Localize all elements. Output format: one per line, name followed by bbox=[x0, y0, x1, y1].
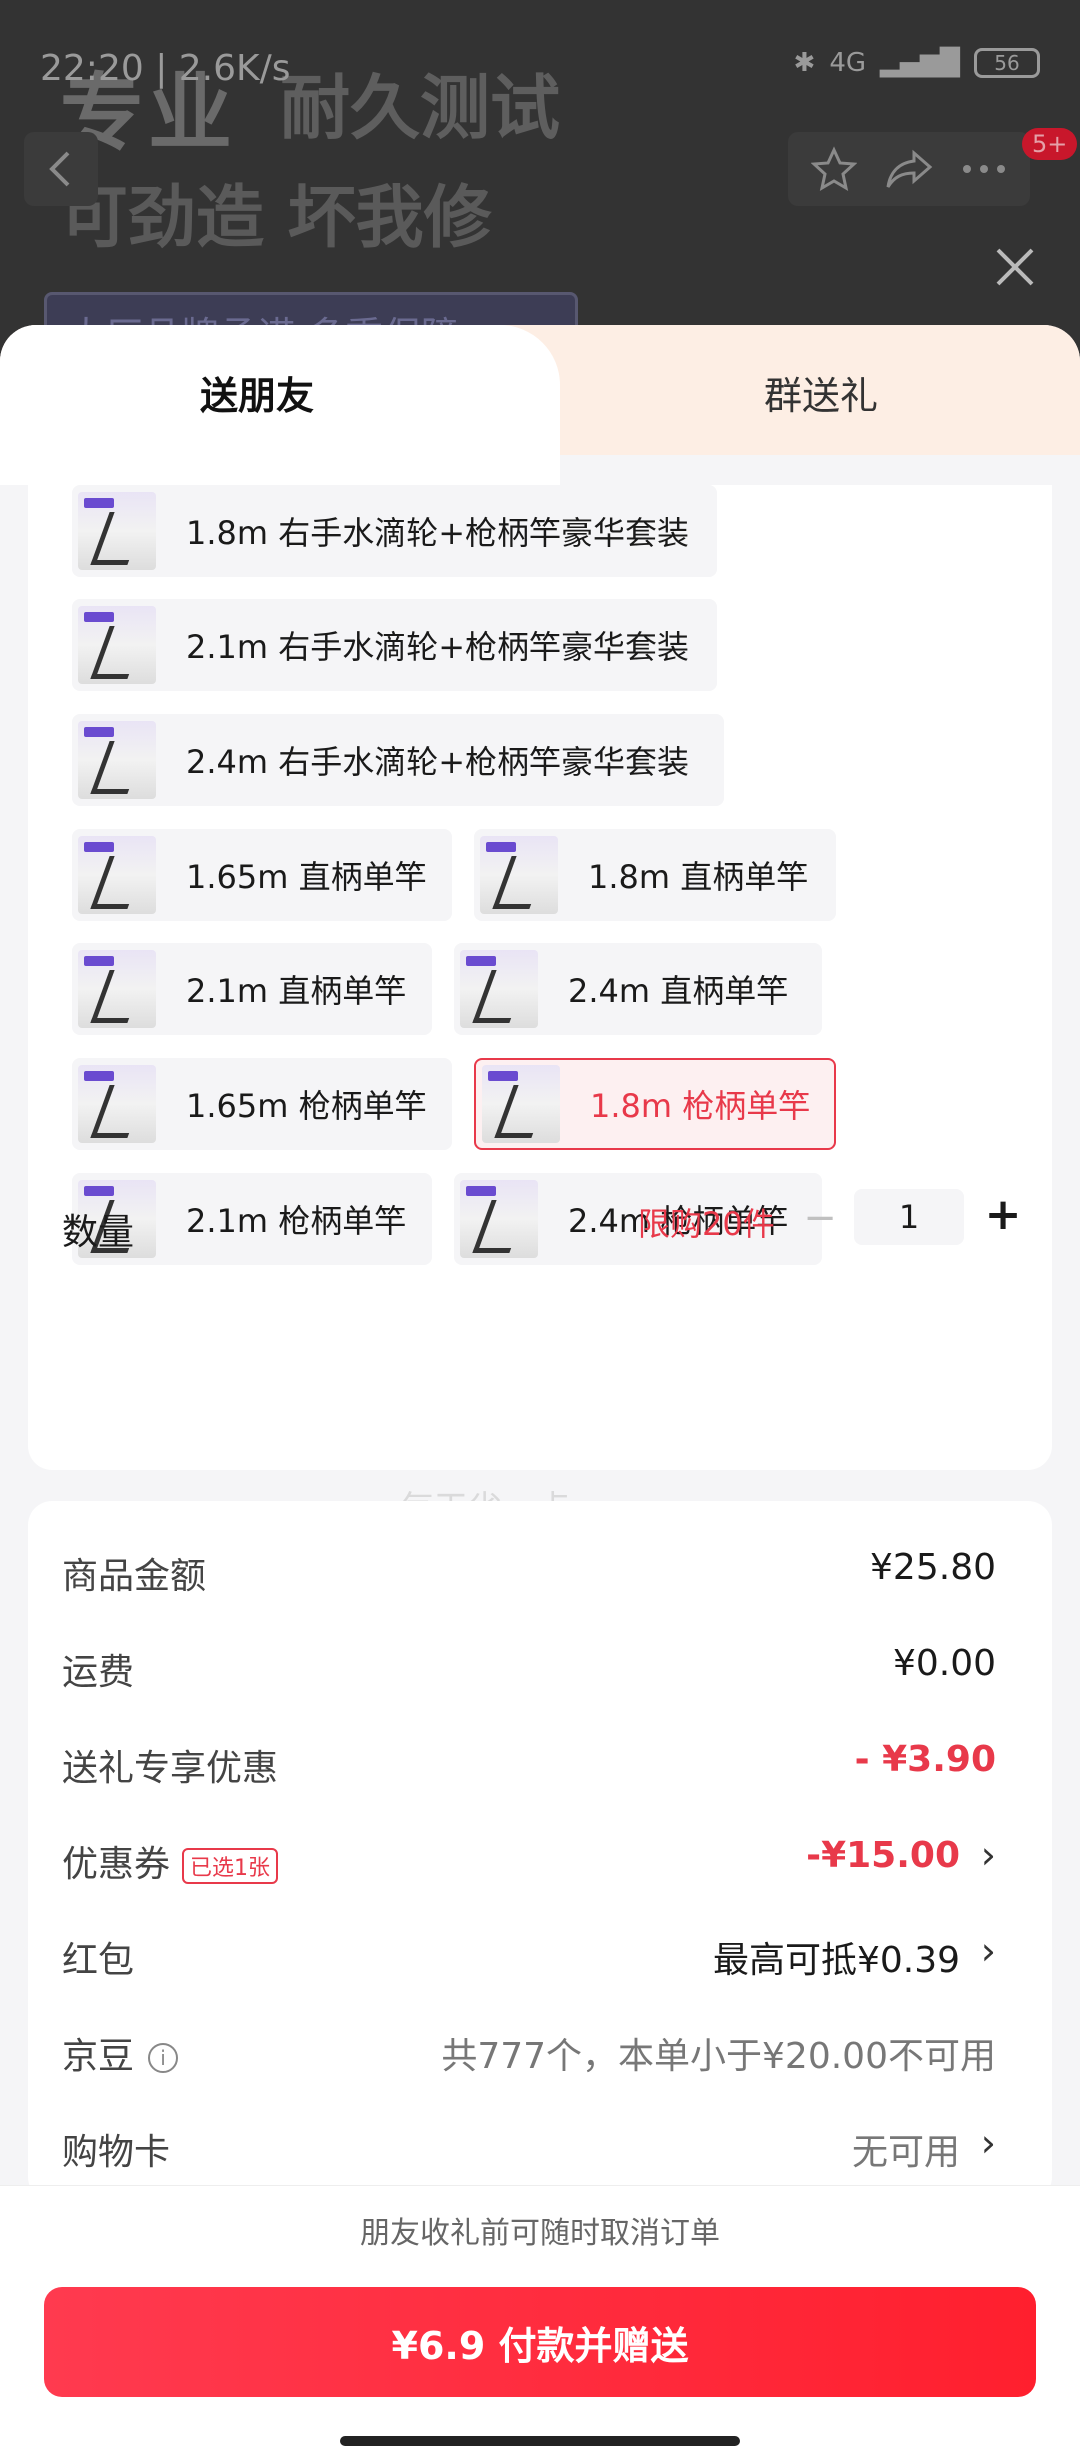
redpacket-value: 最高可抵¥0.39 bbox=[712, 1940, 960, 1981]
jingdou-value: 共777个，本单小于¥20.00不可用 bbox=[441, 2036, 996, 2077]
shipping-value: ¥0.00 bbox=[892, 1643, 996, 1684]
variant-thumbnail bbox=[78, 492, 156, 570]
variant-option[interactable]: 2.4m 直柄单竿 bbox=[454, 943, 822, 1035]
goods-amount-value: ¥25.80 bbox=[870, 1547, 996, 1588]
more-icon[interactable] bbox=[961, 163, 1007, 175]
variant-thumbnail bbox=[460, 950, 538, 1028]
battery-icon: 56 bbox=[974, 48, 1040, 78]
chevron-left-icon bbox=[49, 151, 70, 187]
variant-option[interactable]: 2.1m 直柄单竿 bbox=[72, 943, 432, 1035]
gift-discount-row: 送礼专享优惠 - ¥3.90 bbox=[62, 1731, 1018, 1791]
variant-thumbnail bbox=[78, 1065, 156, 1143]
tab-bar: 送朋友 群送礼 bbox=[0, 325, 1080, 485]
back-button[interactable] bbox=[24, 132, 98, 206]
variant-label: 2.1m 右手水滴轮+枪柄竿豪华套装 bbox=[186, 628, 690, 666]
variant-option[interactable]: 1.65m 直柄单竿 bbox=[72, 829, 452, 921]
variant-label: 1.8m 枪柄单竿 bbox=[590, 1087, 811, 1125]
variant-option[interactable]: 1.65m 枪柄单竿 bbox=[72, 1058, 452, 1150]
variant-panel: 1.8m 右手水滴轮+枪柄竿豪华套装 2.1m 右手水滴轮+枪柄竿豪华套装 2.… bbox=[28, 485, 1052, 1470]
variant-label: 1.8m 右手水滴轮+枪柄竿豪华套装 bbox=[186, 514, 690, 552]
gift-sheet: 送朋友 群送礼 1.8m 右手水滴轮+枪柄竿豪华套装 2.1m 右手水滴轮+枪柄… bbox=[0, 325, 1080, 2460]
home-indicator bbox=[340, 2436, 740, 2446]
redpacket-row[interactable]: 红包 最高可抵¥0.39 › bbox=[62, 1923, 1018, 1983]
variant-thumbnail bbox=[78, 950, 156, 1028]
coupon-label: 优惠券 已选1张 bbox=[62, 1835, 279, 1887]
purchase-limit: 限购20件 bbox=[638, 1205, 775, 1243]
bluetooth-icon: ✱ bbox=[793, 48, 816, 78]
jingdou-label: 京豆 i bbox=[62, 2027, 179, 2079]
chevron-right-icon: › bbox=[980, 1929, 996, 1973]
chevron-right-icon: › bbox=[980, 2121, 996, 2165]
pay-and-gift-button[interactable]: ¥6.9 付款并赠送 bbox=[44, 2287, 1036, 2397]
close-icon[interactable] bbox=[990, 242, 1040, 292]
price-summary: 商品金额 ¥25.80 运费 ¥0.00 送礼专享优惠 - ¥3.90 优惠券已… bbox=[28, 1501, 1052, 2201]
coupon-selected-tag: 已选1张 bbox=[182, 1848, 279, 1884]
variant-option-selected[interactable]: 1.8m 枪柄单竿 bbox=[474, 1058, 836, 1150]
tab-send-friend-label[interactable]: 送朋友 bbox=[200, 365, 314, 420]
shipping-label: 运费 bbox=[62, 1652, 135, 1693]
quantity-label: 数量 bbox=[62, 1212, 135, 1253]
star-icon[interactable] bbox=[811, 146, 858, 192]
bg-subtitle: 可劲造 坏我修 bbox=[60, 179, 492, 258]
variant-label: 1.8m 直柄单竿 bbox=[588, 858, 809, 896]
jingdou-row: 京豆 i 共777个，本单小于¥20.00不可用 bbox=[62, 2019, 1018, 2079]
variant-label: 2.4m 右手水滴轮+枪柄竿豪华套装 bbox=[186, 743, 690, 781]
variant-option[interactable]: 1.8m 直柄单竿 bbox=[474, 829, 836, 921]
quantity-minus-button[interactable]: − bbox=[800, 1195, 840, 1245]
quantity-plus-button[interactable]: + bbox=[978, 1189, 1028, 1245]
network-label: 4G bbox=[829, 48, 867, 78]
variant-thumbnail bbox=[460, 1180, 538, 1258]
status-icons: ✱ 4G ▂▄▆█ 56 bbox=[794, 48, 1040, 78]
cancel-notice: 朋友收礼前可随时取消订单 bbox=[360, 2216, 720, 2251]
signal-icon: ▂▄▆█ bbox=[880, 48, 960, 78]
status-bar: 22:20 | 2.6K/s ✱ 4G ▂▄▆█ 56 bbox=[40, 48, 1040, 92]
redpacket-label: 红包 bbox=[62, 1940, 135, 1981]
coupon-row[interactable]: 优惠券 已选1张 -¥15.00 › bbox=[62, 1827, 1018, 1887]
goods-amount-label: 商品金额 bbox=[62, 1556, 207, 1597]
top-actions bbox=[788, 132, 1030, 206]
variant-option[interactable]: 1.8m 右手水滴轮+枪柄竿豪华套装 bbox=[72, 485, 717, 577]
shopping-card-label: 购物卡 bbox=[62, 2132, 171, 2173]
shopping-card-value: 无可用 bbox=[851, 2132, 960, 2173]
status-time: 22:20 | 2.6K/s bbox=[40, 48, 291, 89]
variant-thumbnail bbox=[482, 1065, 560, 1143]
share-icon[interactable] bbox=[884, 147, 934, 191]
variant-thumbnail bbox=[78, 606, 156, 684]
variant-thumbnail bbox=[78, 721, 156, 799]
variant-option[interactable]: 2.1m 右手水滴轮+枪柄竿豪华套装 bbox=[72, 599, 717, 691]
variant-option[interactable]: 2.4m 右手水滴轮+枪柄竿豪华套装 bbox=[72, 714, 724, 806]
coupon-value: -¥15.00 bbox=[806, 1835, 960, 1876]
shopping-card-row[interactable]: 购物卡 无可用 › bbox=[62, 2115, 1018, 2175]
chevron-right-icon: › bbox=[980, 1833, 996, 1877]
goods-amount-row: 商品金额 ¥25.80 bbox=[62, 1539, 1018, 1599]
quantity-input[interactable]: 1 bbox=[854, 1189, 964, 1245]
notification-badge: 5+ bbox=[1022, 128, 1078, 160]
variant-thumbnail bbox=[480, 836, 558, 914]
variant-thumbnail bbox=[78, 836, 156, 914]
bottom-bar: 朋友收礼前可随时取消订单 ¥6.9 付款并赠送 bbox=[0, 2185, 1080, 2460]
variant-label: 1.65m 直柄单竿 bbox=[186, 858, 427, 896]
info-icon[interactable]: i bbox=[148, 2043, 179, 2073]
gift-discount-value: - ¥3.90 bbox=[854, 1739, 996, 1780]
shipping-row: 运费 ¥0.00 bbox=[62, 1635, 1018, 1695]
gift-discount-label: 送礼专享优惠 bbox=[62, 1748, 279, 1789]
variant-label: 2.1m 直柄单竿 bbox=[186, 972, 407, 1010]
variant-label: 2.1m 枪柄单竿 bbox=[186, 1202, 407, 1240]
variant-label: 1.65m 枪柄单竿 bbox=[186, 1087, 427, 1125]
variant-label: 2.4m 直柄单竿 bbox=[568, 972, 789, 1010]
tab-group-gift[interactable]: 群送礼 bbox=[764, 365, 878, 420]
